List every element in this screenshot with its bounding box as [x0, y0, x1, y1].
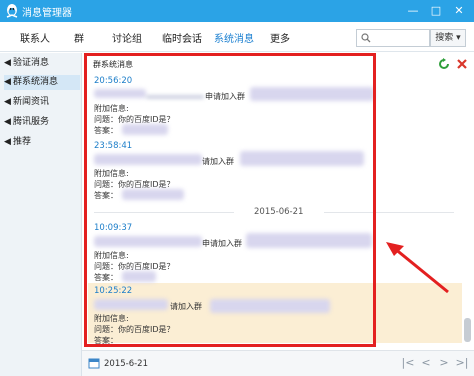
- next-page-button[interactable]: >: [436, 355, 452, 371]
- message-action: 申请加入群: [205, 92, 245, 101]
- sidebar-item-label: 新闻资讯: [13, 97, 50, 107]
- close-button[interactable]: ✕: [448, 0, 470, 22]
- date-separator-label: 2015-06-21: [254, 207, 304, 217]
- message-time: 23:58:41: [94, 141, 133, 151]
- message-extra-label: 附加信息:: [94, 251, 129, 260]
- title-bar: 消息管理器 — □ ✕: [0, 0, 474, 22]
- message-time: 10:25:22: [94, 286, 133, 296]
- prev-page-button[interactable]: <: [418, 355, 434, 371]
- blurred-answer: [122, 271, 156, 282]
- maximize-button[interactable]: □: [425, 0, 447, 22]
- search-button[interactable]: 搜索 ▾: [430, 29, 466, 47]
- qq-logo-icon: [6, 4, 18, 18]
- blurred-answer: [122, 124, 168, 135]
- sidebar-item-label: 群系统消息: [13, 77, 59, 87]
- message-answer: 答案：: [94, 273, 118, 282]
- tab-temp-sessions[interactable]: 临时会话: [162, 30, 202, 45]
- blurred-group: [246, 233, 372, 248]
- message-extra-label: 附加信息:: [94, 104, 129, 113]
- speaker-icon: ◀: [4, 97, 11, 107]
- window-title: 消息管理器: [22, 8, 72, 19]
- tab-more[interactable]: 更多: [270, 30, 290, 45]
- speaker-icon: ◀: [4, 58, 11, 68]
- sidebar-item-verification[interactable]: ◀ 验证消息: [4, 56, 80, 71]
- delete-icon[interactable]: [456, 58, 468, 70]
- search-icon: [361, 33, 371, 43]
- message-extra-label: 附加信息:: [94, 169, 129, 178]
- speaker-icon: ◀: [4, 77, 11, 87]
- sidebar-item-group-system[interactable]: ◀ 群系统消息: [4, 75, 80, 90]
- first-page-button[interactable]: |<: [400, 355, 416, 371]
- current-date: 2015-6-21: [104, 359, 148, 369]
- section-title: 群系统消息: [93, 60, 133, 69]
- blurred-link: [146, 96, 204, 98]
- message-answer: 答案：: [94, 191, 118, 200]
- blurred-answer: [122, 189, 184, 200]
- blurred-group: [210, 299, 330, 313]
- blurred-name: [94, 154, 202, 165]
- message-action: 请加入群: [202, 157, 234, 166]
- sidebar-item-tencent-service[interactable]: ◀ 腾讯服务: [4, 115, 80, 130]
- sidebar-item-label: 推荐: [13, 137, 32, 147]
- message-time: 10:09:37: [94, 223, 133, 233]
- speaker-icon: ◀: [4, 117, 11, 127]
- blurred-name: [94, 236, 202, 247]
- blurred-group: [250, 87, 374, 101]
- tab-discussions[interactable]: 讨论组: [112, 30, 142, 45]
- sidebar-item-recommend[interactable]: ◀ 推荐: [4, 135, 80, 150]
- message-answer: 答案：: [94, 126, 118, 135]
- message-question: 问题：你的百度ID是？: [94, 325, 175, 334]
- blurred-name: [94, 299, 168, 310]
- refresh-icon[interactable]: [438, 58, 450, 70]
- sidebar-item-label: 验证消息: [13, 58, 50, 68]
- message-panel: 群系统消息 20:56:20 申请加入群 附加信息: 问题：你的百度ID是？ 答…: [82, 53, 474, 376]
- blurred-group: [240, 151, 364, 166]
- message-answer: 答案：: [94, 336, 118, 345]
- tab-system-messages[interactable]: 系统消息: [214, 30, 254, 45]
- sidebar-item-label: 腾讯服务: [13, 117, 50, 127]
- minimize-button[interactable]: —: [402, 0, 424, 22]
- message-action: 请加入群: [170, 302, 202, 311]
- message-extra-label: 附加信息:: [94, 314, 129, 323]
- blurred-name: [94, 89, 146, 98]
- message-action: 申请加入群: [202, 239, 242, 248]
- bottom-bar: 2015-6-21 |< < > >|: [82, 350, 474, 376]
- tab-contacts[interactable]: 联系人: [20, 30, 50, 45]
- search-input[interactable]: [356, 29, 430, 47]
- annotation-arrow-icon: [386, 242, 449, 294]
- sidebar-item-news[interactable]: ◀ 新闻资讯: [4, 95, 80, 110]
- message-time: 20:56:20: [94, 76, 133, 86]
- last-page-button[interactable]: >|: [454, 355, 470, 371]
- separator-line: [94, 212, 234, 213]
- separator-line: [324, 212, 454, 213]
- calendar-icon[interactable]: [88, 357, 100, 369]
- date-separator: 2015-06-21: [94, 207, 454, 217]
- speaker-icon: ◀: [4, 137, 11, 147]
- scrollbar-thumb[interactable]: [464, 318, 471, 342]
- sidebar: ◀ 验证消息 ◀ 群系统消息 ◀ 新闻资讯 ◀ 腾讯服务 ◀ 推荐: [0, 53, 82, 376]
- tab-groups[interactable]: 群: [74, 30, 84, 45]
